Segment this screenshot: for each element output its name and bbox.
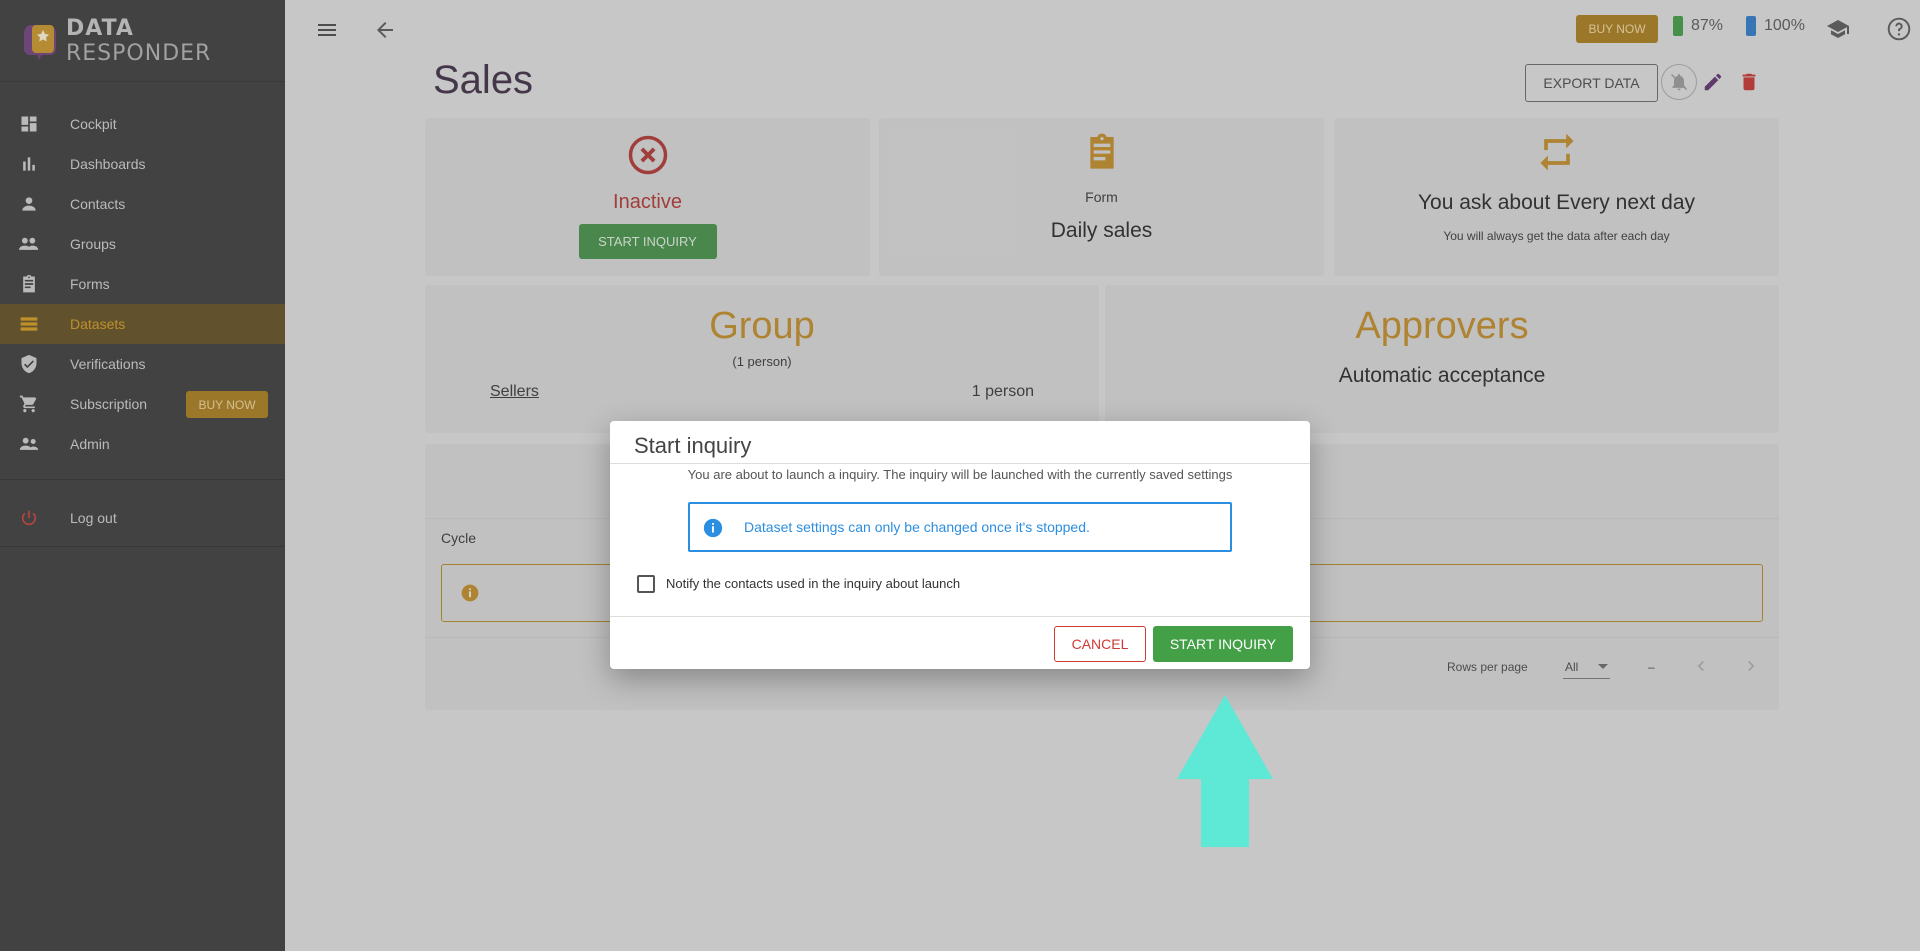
dialog-divider bbox=[610, 463, 1310, 464]
notify-contacts-label[interactable]: Notify the contacts used in the inquiry … bbox=[666, 576, 960, 591]
annotation-arrow-icon bbox=[1175, 695, 1275, 847]
start-inquiry-button[interactable]: START INQUIRY bbox=[1153, 626, 1293, 662]
notify-contacts-checkbox[interactable] bbox=[637, 575, 655, 593]
dialog-title: Start inquiry bbox=[634, 433, 752, 458]
dialog-divider bbox=[610, 616, 1310, 617]
start-inquiry-dialog: Start inquiry You are about to launch a … bbox=[610, 421, 1310, 669]
alert-text: Dataset settings can only be changed onc… bbox=[744, 519, 1090, 535]
info-icon bbox=[702, 517, 724, 539]
cancel-button[interactable]: CANCEL bbox=[1054, 626, 1146, 662]
info-alert: Dataset settings can only be changed onc… bbox=[688, 502, 1232, 552]
dialog-message: You are about to launch a inquiry. The i… bbox=[687, 467, 1233, 482]
